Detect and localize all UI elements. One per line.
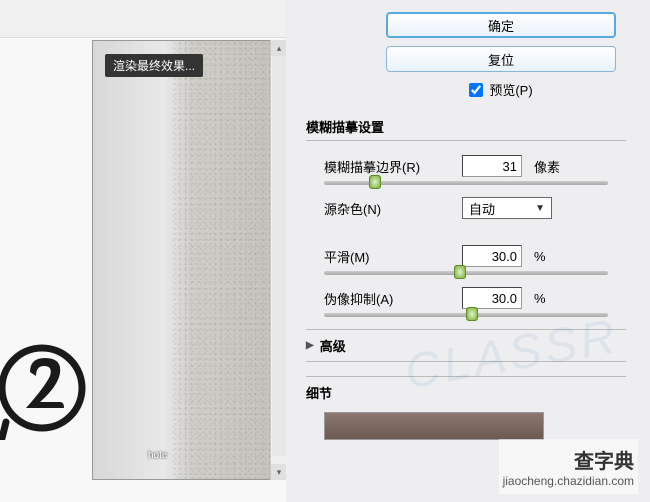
- reset-button[interactable]: 复位: [386, 46, 616, 72]
- settings-pane: CLASSR 确定 复位 预览(P) 模糊描摹设置 模糊描摹边界(R) 像素 源…: [286, 0, 650, 502]
- edge-field-row: 模糊描摹边界(R) 像素: [324, 155, 626, 177]
- annotation-step-2: [0, 310, 95, 440]
- section-advanced-label: 高级: [320, 336, 346, 355]
- scroll-thumb[interactable]: [272, 56, 286, 456]
- edge-slider[interactable]: [324, 181, 608, 185]
- section-advanced[interactable]: ▶ 高级: [306, 329, 626, 362]
- scroll-down-button[interactable]: ▾: [271, 464, 287, 480]
- chevron-down-icon: ▼: [535, 203, 545, 214]
- noise-dropdown[interactable]: 自动 ▼: [462, 197, 552, 219]
- edge-slider-thumb[interactable]: [369, 175, 381, 189]
- render-tooltip: 渲染最终效果...: [105, 54, 203, 77]
- section-detail[interactable]: 细节: [306, 376, 626, 408]
- preview-checkbox[interactable]: [469, 83, 483, 97]
- watermark: 查字典 jiaocheng.chazidian.com: [499, 439, 638, 494]
- artifact-field-row: 伪像抑制(A) %: [324, 287, 626, 309]
- section-detail-label: 细节: [306, 383, 332, 402]
- ok-label: 确定: [488, 16, 514, 35]
- section-blur-mask: 模糊描摹设置: [306, 113, 626, 141]
- smooth-slider[interactable]: [324, 271, 608, 275]
- scroll-up-button[interactable]: ▴: [271, 40, 287, 56]
- artifact-slider-thumb[interactable]: [466, 307, 478, 321]
- artifact-slider[interactable]: [324, 313, 608, 317]
- chevron-right-icon: ▶: [306, 340, 314, 351]
- preview-pane: 渲染最终效果... hote ▴ ▾: [0, 0, 286, 502]
- watermark-title: 查字典: [503, 445, 634, 474]
- preview-label: hote: [148, 450, 167, 461]
- texture-overlay: [173, 41, 272, 479]
- reset-label: 复位: [488, 50, 514, 69]
- noise-field-row: 源杂色(N) 自动 ▼: [324, 197, 626, 219]
- noise-value: 自动: [469, 199, 495, 218]
- detail-preview: [324, 412, 544, 440]
- vertical-scrollbar[interactable]: ▴ ▾: [270, 40, 286, 480]
- smooth-input[interactable]: [462, 245, 522, 267]
- preview-toolbar: [0, 0, 286, 38]
- smooth-field-row: 平滑(M) %: [324, 245, 626, 267]
- artifact-input[interactable]: [462, 287, 522, 309]
- watermark-url: jiaocheng.chazidian.com: [503, 474, 634, 488]
- smooth-label: 平滑(M): [324, 247, 462, 266]
- edge-label: 模糊描摹边界(R): [324, 157, 462, 176]
- preview-checkbox-label: 预览(P): [489, 80, 532, 99]
- edge-input[interactable]: [462, 155, 522, 177]
- preview-checkbox-row: 预览(P): [386, 80, 616, 99]
- smooth-slider-thumb[interactable]: [454, 265, 466, 279]
- noise-label: 源杂色(N): [324, 199, 462, 218]
- ok-button[interactable]: 确定: [386, 12, 616, 38]
- preview-content: [93, 41, 271, 479]
- artifact-unit: %: [534, 291, 546, 306]
- artifact-label: 伪像抑制(A): [324, 289, 462, 308]
- edge-unit: 像素: [534, 157, 560, 176]
- image-preview[interactable]: [92, 40, 272, 480]
- smooth-unit: %: [534, 249, 546, 264]
